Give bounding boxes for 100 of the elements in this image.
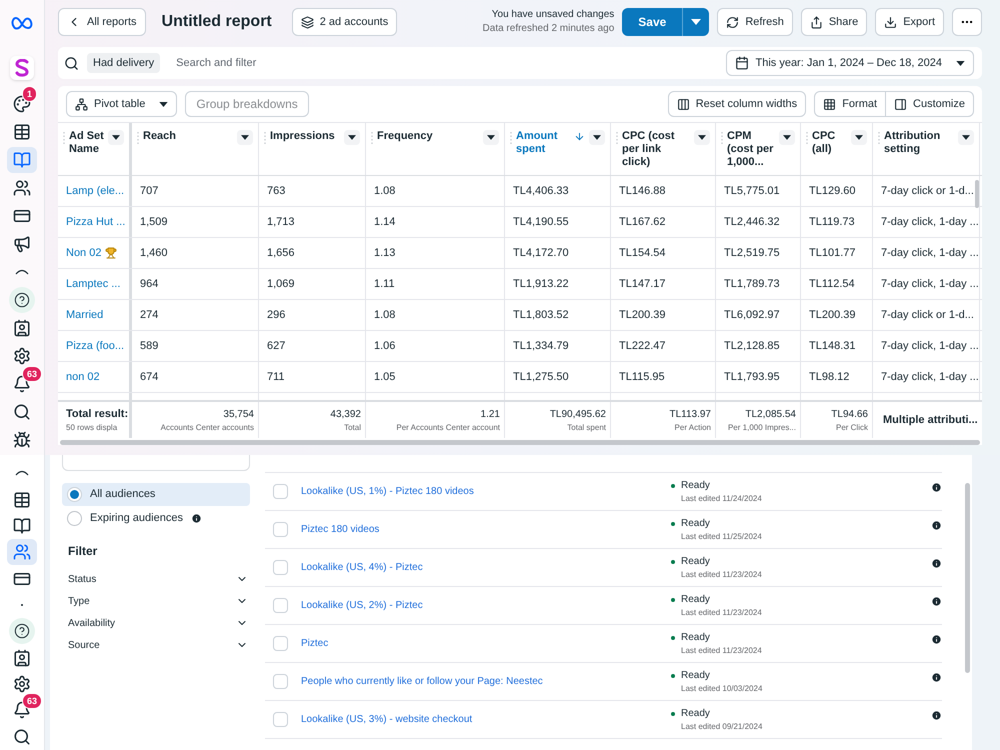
save-options-button[interactable] <box>682 8 710 36</box>
drag-handle-icon[interactable] <box>371 132 373 145</box>
drag-handle-icon[interactable] <box>264 132 266 145</box>
ad-set-link[interactable]: non 02 <box>66 368 100 386</box>
ad-set-link[interactable]: Non 02 <box>66 244 102 262</box>
info-icon[interactable] <box>931 558 942 569</box>
back-button[interactable]: All reports <box>58 8 146 36</box>
column-menu-button[interactable] <box>694 130 710 145</box>
column-menu-button[interactable] <box>851 130 867 145</box>
help-icon[interactable] <box>9 618 35 644</box>
export-button[interactable]: Export <box>875 8 944 36</box>
drag-handle-icon[interactable] <box>806 132 808 145</box>
refresh-button[interactable]: Refresh <box>717 8 793 36</box>
people-icon[interactable] <box>13 179 31 197</box>
column-menu-button[interactable] <box>779 130 795 145</box>
column-menu-button[interactable] <box>237 130 253 145</box>
settings-icon[interactable] <box>13 347 31 365</box>
info-icon[interactable] <box>931 596 942 607</box>
info-icon[interactable] <box>931 634 942 645</box>
ad-set-link[interactable]: Married <box>66 306 104 324</box>
info-icon[interactable] <box>931 520 942 531</box>
filter-dropdown[interactable]: Availability <box>62 612 250 634</box>
info-icon[interactable] <box>931 482 942 493</box>
audience-name-link[interactable]: Piztec 180 videos <box>301 522 671 537</box>
pivot-table-button[interactable]: Pivot table <box>66 91 178 117</box>
column-header[interactable]: Frequency <box>377 130 479 143</box>
selected-nav-highlight[interactable] <box>7 147 37 173</box>
column-menu-button[interactable] <box>108 130 124 145</box>
audience-name-link[interactable]: Lookalike (US, 2%) - Piztec <box>301 598 671 613</box>
infinity-logo-icon[interactable] <box>11 16 33 30</box>
radio-button[interactable] <box>67 511 82 526</box>
row-checkbox[interactable] <box>273 560 288 575</box>
drag-handle-icon[interactable] <box>616 132 618 145</box>
drag-handle-icon[interactable] <box>510 132 512 145</box>
contact-card-icon[interactable] <box>13 648 31 667</box>
filter-chip[interactable]: Had delivery <box>87 53 160 73</box>
brand-logo-icon[interactable] <box>10 56 34 80</box>
audience-name-link[interactable]: People who currently like or follow your Page: Neestec <box>301 674 671 689</box>
info-icon[interactable] <box>931 672 942 683</box>
reset-column-widths-button[interactable]: Reset column widths <box>668 91 806 117</box>
audience-name-link[interactable]: Lookalike (US, 4%) - Piztec <box>301 560 671 575</box>
audience-name-link[interactable]: Lookalike (US, 3%) - website checkout <box>301 712 671 727</box>
horizontal-scrollbar[interactable] <box>60 440 980 445</box>
column-header[interactable]: CPM (cost per 1,000... <box>727 130 775 169</box>
column-header[interactable]: Attribution setting <box>884 130 954 156</box>
audience-view-option[interactable]: All audiences <box>62 483 250 506</box>
card-icon[interactable] <box>13 207 31 225</box>
ad-set-link[interactable]: Pizza (foo... <box>66 338 124 354</box>
date-range-button[interactable]: This year: Jan 1, 2024 – Dec 18, 2024 <box>726 50 974 76</box>
search-icon[interactable] <box>13 403 31 421</box>
row-checkbox[interactable] <box>273 522 288 537</box>
ad-set-link[interactable]: Pizza Hut ... <box>66 214 126 230</box>
megaphone-icon[interactable] <box>13 235 31 253</box>
help-icon[interactable] <box>9 287 35 313</box>
ad-set-link[interactable]: Lamp (ele... <box>66 182 124 200</box>
column-header[interactable]: Ad Set Name <box>69 130 104 156</box>
reports-icon[interactable] <box>13 516 31 535</box>
drag-handle-icon[interactable] <box>721 132 723 145</box>
drag-handle-icon[interactable] <box>63 132 65 145</box>
column-menu-button[interactable] <box>344 130 360 145</box>
search-field[interactable] <box>62 455 250 471</box>
filter-dropdown[interactable]: Status <box>62 568 250 590</box>
share-button[interactable]: Share <box>800 8 868 36</box>
ad-set-link[interactable]: Lamptec ... <box>66 276 120 292</box>
search-field[interactable]: Search and filter <box>176 54 718 72</box>
customize-button[interactable]: Customize <box>886 91 974 117</box>
contact-card-icon[interactable] <box>13 319 31 337</box>
drag-handle-icon[interactable] <box>137 132 139 145</box>
column-header[interactable]: Impressions <box>270 130 340 143</box>
column-menu-button[interactable] <box>483 130 499 145</box>
filter-dropdown[interactable]: Type <box>62 590 250 612</box>
column-header[interactable]: CPC (cost per link click) <box>622 130 690 169</box>
table-icon[interactable] <box>13 123 31 141</box>
bug-icon[interactable] <box>13 431 31 449</box>
row-checkbox[interactable] <box>273 484 288 499</box>
search-icon[interactable] <box>13 728 31 746</box>
info-icon[interactable] <box>931 710 942 721</box>
drag-handle-icon[interactable] <box>878 132 880 145</box>
radio-button[interactable] <box>67 487 82 502</box>
audience-view-option[interactable]: Expiring audiences <box>62 507 250 530</box>
info-icon[interactable] <box>190 513 202 524</box>
column-menu-button[interactable] <box>589 130 605 145</box>
row-checkbox[interactable] <box>273 712 288 727</box>
save-button[interactable]: Save <box>622 8 682 36</box>
column-header[interactable]: Amount spent <box>516 130 570 156</box>
vertical-scrollbar[interactable] <box>965 483 970 673</box>
audience-name-link[interactable]: Lookalike (US, 1%) - Piztec 180 videos <box>301 484 671 499</box>
audience-name-link[interactable]: Piztec <box>301 636 671 651</box>
table-icon[interactable] <box>13 490 31 509</box>
ad-accounts-button[interactable]: 2 ad accounts <box>292 8 398 36</box>
filter-dropdown[interactable]: Source <box>62 634 250 656</box>
vertical-scrollbar[interactable] <box>975 180 979 208</box>
palette-icon[interactable] <box>13 95 31 113</box>
format-button[interactable]: Format <box>814 91 886 117</box>
row-checkbox[interactable] <box>273 636 288 651</box>
row-checkbox[interactable] <box>273 598 288 613</box>
search-bar[interactable]: Had delivery Search and filter This year: Jan 1, 2024 – Dec 18, 2024 <box>58 47 982 79</box>
row-checkbox[interactable] <box>273 674 288 689</box>
settings-icon[interactable] <box>13 675 31 694</box>
selected-nav-highlight[interactable] <box>7 539 37 566</box>
